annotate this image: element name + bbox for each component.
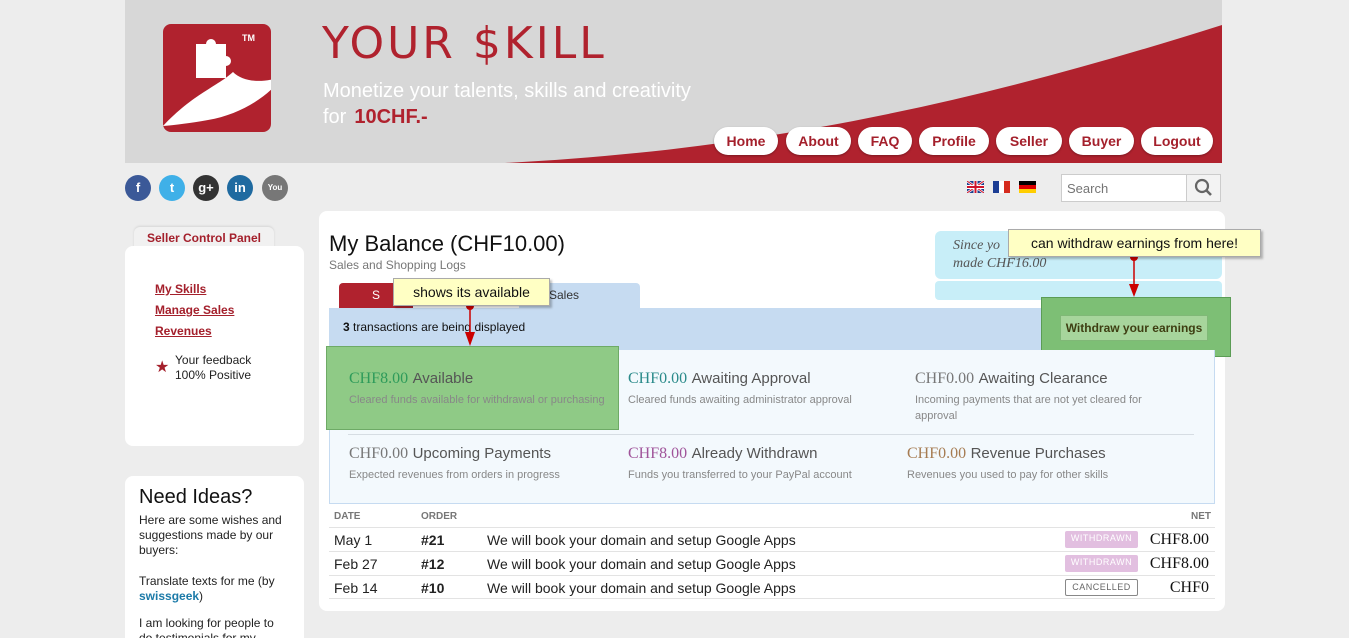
- callout-available: shows its available: [393, 278, 550, 306]
- callout-withdraw: can withdraw earnings from here!: [1008, 229, 1261, 257]
- callout-arrows: [465, 253, 1139, 346]
